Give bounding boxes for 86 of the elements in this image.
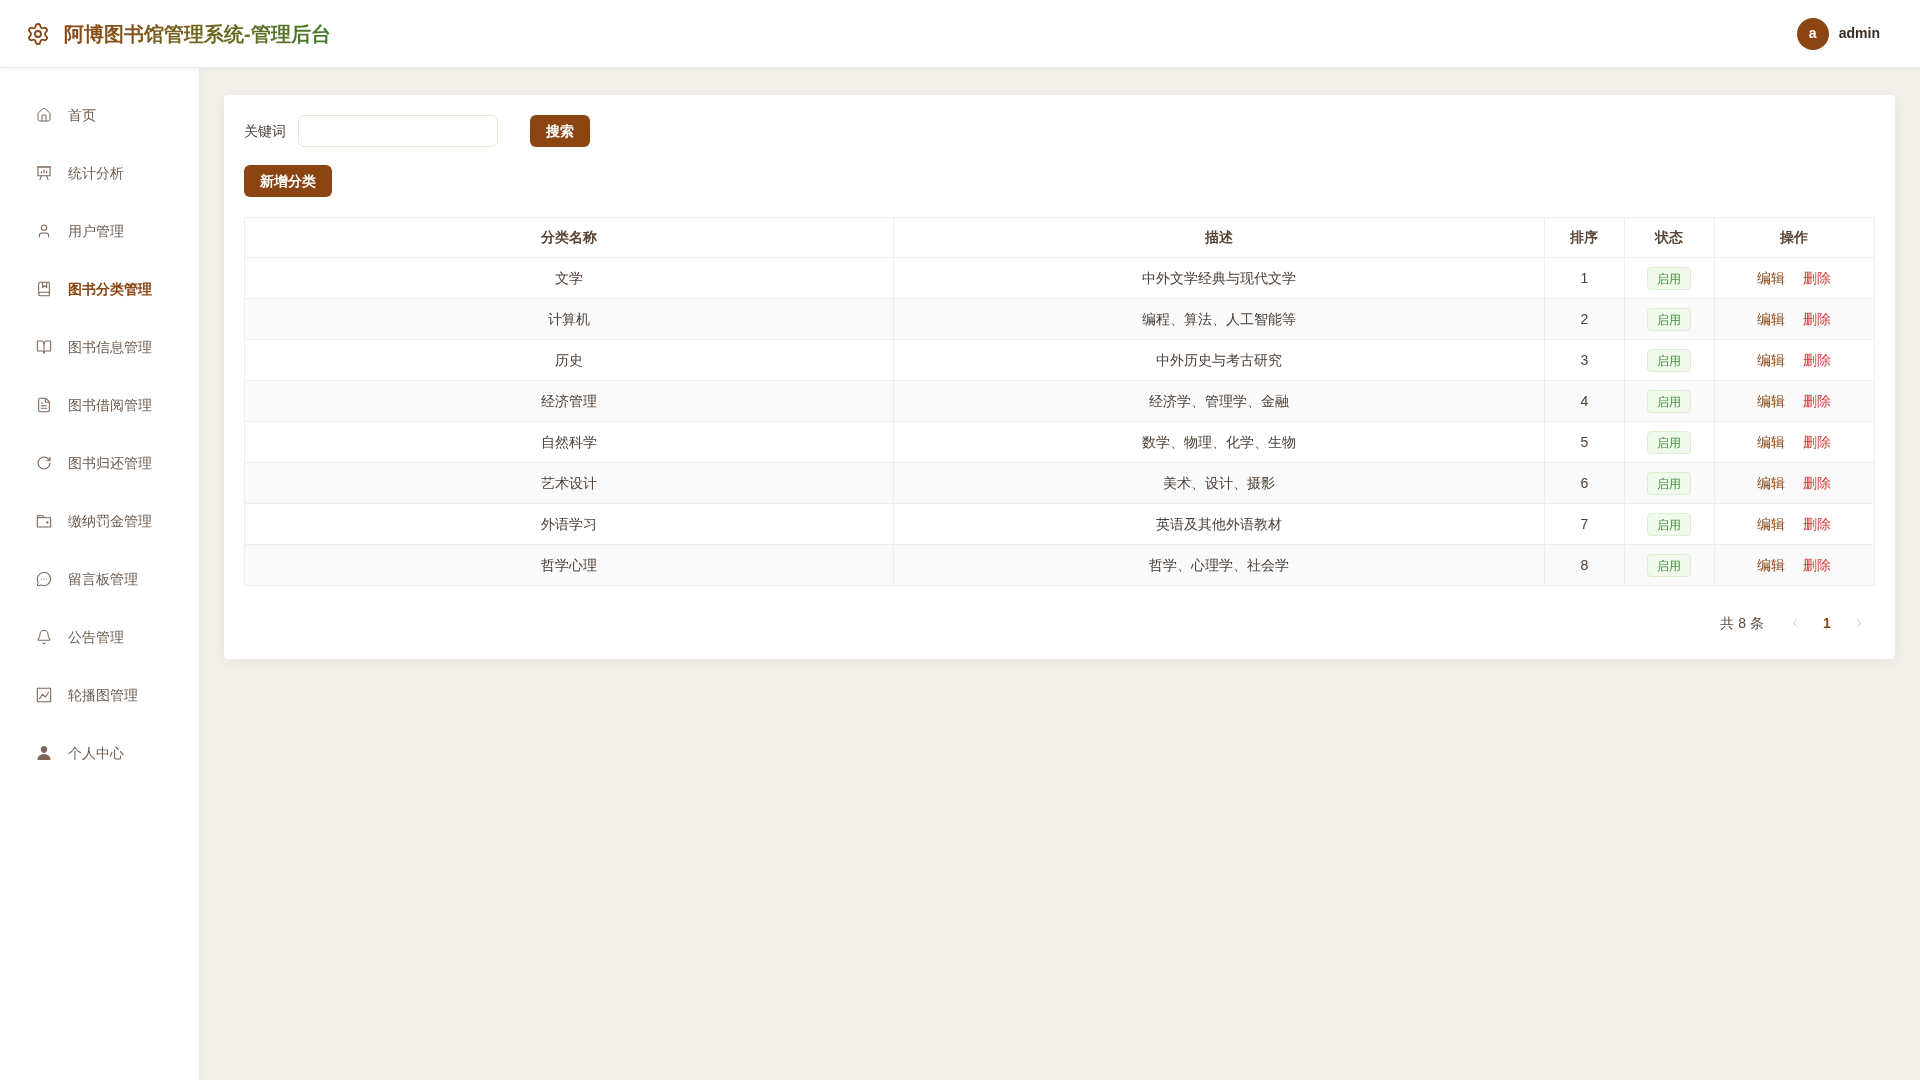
table-cell: 编程、算法、人工智能等 (893, 298, 1545, 340)
bell-icon (36, 629, 52, 645)
table-cell: 中外文学经典与现代文学 (893, 257, 1545, 299)
sidebar-item[interactable]: 留言板管理 (0, 550, 199, 608)
edit-link[interactable]: 编辑 (1757, 472, 1786, 494)
table-cell: 哲学心理 (244, 544, 894, 586)
wallet-icon (36, 513, 52, 529)
table-cell: 6 (1544, 462, 1625, 504)
sidebar-item[interactable]: 轮播图管理 (0, 666, 199, 724)
book-icon (36, 281, 52, 297)
sidebar-item[interactable]: 图书分类管理 (0, 260, 199, 318)
status-tag: 启用 (1647, 431, 1692, 455)
search-button[interactable]: 搜索 (530, 115, 590, 147)
table-cell: 7 (1544, 503, 1625, 545)
user-icon (36, 223, 52, 239)
column-header: 状态 (1624, 217, 1715, 258)
table-cell: 自然科学 (244, 421, 894, 463)
table-cell: 美术、设计、摄影 (893, 462, 1545, 504)
document-icon (36, 397, 52, 413)
edit-link[interactable]: 编辑 (1757, 554, 1786, 576)
user-name: admin (1838, 24, 1880, 43)
table-cell: 8 (1544, 544, 1625, 586)
status-tag: 启用 (1647, 472, 1692, 496)
sidebar-item[interactable]: 统计分析 (0, 144, 199, 202)
edit-link[interactable]: 编辑 (1757, 308, 1786, 330)
delete-link[interactable]: 删除 (1803, 349, 1832, 371)
column-header: 描述 (893, 217, 1545, 258)
sidebar-item[interactable]: 图书归还管理 (0, 434, 199, 492)
delete-link[interactable]: 删除 (1803, 513, 1832, 535)
home-icon (36, 107, 52, 123)
sidebar-item[interactable]: 图书信息管理 (0, 318, 199, 376)
gear-icon (26, 21, 50, 46)
table-cell: 计算机 (244, 298, 894, 340)
image-icon (36, 687, 52, 703)
table-cell: 哲学、心理学、社会学 (893, 544, 1545, 586)
delete-link[interactable]: 删除 (1803, 308, 1832, 330)
delete-link[interactable]: 删除 (1803, 431, 1832, 453)
status-tag: 启用 (1647, 554, 1692, 578)
status-tag: 启用 (1647, 267, 1692, 291)
open-book-icon (36, 339, 52, 355)
table-cell: 文学 (244, 257, 894, 299)
table-cell: 2 (1544, 298, 1625, 340)
sidebar-item[interactable]: 图书借阅管理 (0, 376, 199, 434)
total-count: 共 8 条 (1720, 613, 1764, 633)
keyword-label: 关键词 (244, 121, 286, 141)
edit-link[interactable]: 编辑 (1757, 390, 1786, 412)
delete-link[interactable]: 删除 (1803, 554, 1832, 576)
person-icon (36, 745, 52, 761)
table-cell: 中外历史与考古研究 (893, 339, 1545, 381)
user-avatar[interactable]: a (1796, 17, 1829, 50)
table-cell: 经济管理 (244, 380, 894, 422)
column-header: 排序 (1544, 217, 1625, 258)
sidebar-item[interactable]: 首页 (0, 86, 199, 144)
delete-link[interactable]: 删除 (1803, 267, 1832, 289)
table-cell: 1 (1544, 257, 1625, 299)
edit-link[interactable]: 编辑 (1757, 431, 1786, 453)
delete-link[interactable]: 删除 (1803, 472, 1832, 494)
status-tag: 启用 (1647, 513, 1692, 537)
refresh-icon (36, 455, 52, 471)
page-number-button[interactable]: 1 (1811, 607, 1843, 639)
table-cell: 5 (1544, 421, 1625, 463)
chart-board-icon (36, 165, 52, 181)
table-cell: 4 (1544, 380, 1625, 422)
chat-bubble-icon (36, 571, 52, 587)
edit-link[interactable]: 编辑 (1757, 267, 1786, 289)
add-category-button[interactable]: 新增分类 (244, 165, 332, 197)
table-cell: 3 (1544, 339, 1625, 381)
sidebar-item[interactable]: 个人中心 (0, 724, 199, 782)
edit-link[interactable]: 编辑 (1757, 349, 1786, 371)
status-tag: 启用 (1647, 349, 1692, 373)
table-cell: 英语及其他外语教材 (893, 503, 1545, 545)
column-header: 分类名称 (244, 217, 894, 258)
delete-link[interactable]: 删除 (1803, 390, 1832, 412)
sidebar-item[interactable]: 缴纳罚金管理 (0, 492, 199, 550)
table-cell: 经济学、管理学、金融 (893, 380, 1545, 422)
table-cell: 艺术设计 (244, 462, 894, 504)
sidebar-item[interactable]: 用户管理 (0, 202, 199, 260)
table-cell: 数学、物理、化学、生物 (893, 421, 1545, 463)
column-header: 操作 (1714, 217, 1875, 258)
keyword-input[interactable] (298, 115, 498, 147)
status-tag: 启用 (1647, 390, 1692, 414)
table-cell: 历史 (244, 339, 894, 381)
sidebar-item[interactable]: 公告管理 (0, 608, 199, 666)
status-tag: 启用 (1647, 308, 1692, 332)
table-cell: 外语学习 (244, 503, 894, 545)
edit-link[interactable]: 编辑 (1757, 513, 1786, 535)
